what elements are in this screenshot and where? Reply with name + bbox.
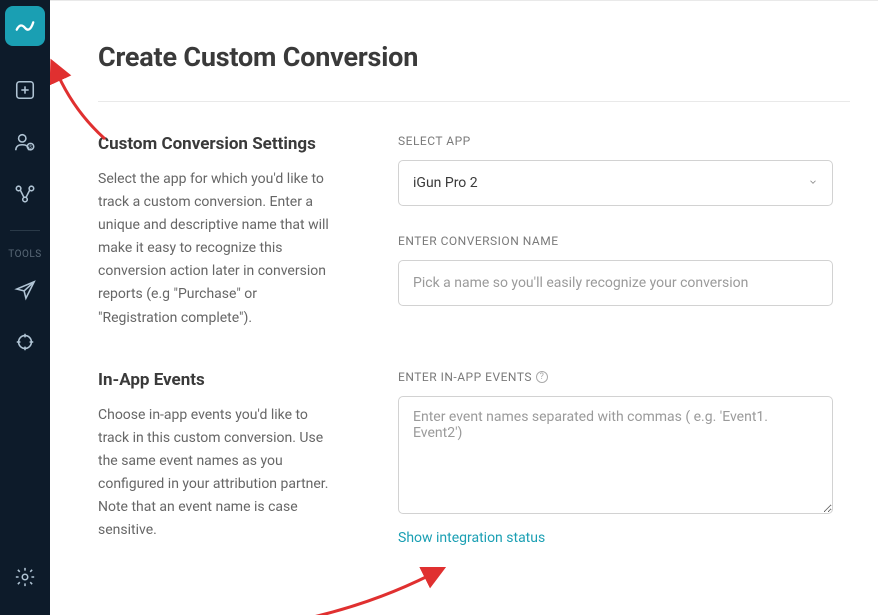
- target-icon[interactable]: [13, 330, 37, 354]
- section-desc-events: Choose in-app events you'd like to track…: [98, 404, 338, 543]
- section-title-settings: Custom Conversion Settings: [98, 134, 338, 154]
- section-title-events: In-App Events: [98, 370, 338, 390]
- add-icon[interactable]: [13, 78, 37, 102]
- logo[interactable]: [5, 6, 45, 46]
- settings-icon[interactable]: [13, 565, 37, 589]
- audiences-icon[interactable]: $: [13, 130, 37, 154]
- section-inapp-events: In-App Events Choose in-app events you'd…: [98, 370, 850, 546]
- tools-label: TOOLS: [8, 249, 41, 260]
- section-desc-settings: Select the app for which you'd like to t…: [98, 168, 338, 330]
- section-custom-conversion: Custom Conversion Settings Select the ap…: [98, 134, 850, 330]
- show-integration-status-link[interactable]: Show integration status: [398, 530, 545, 546]
- select-app-dropdown[interactable]: iGun Pro 2: [398, 160, 833, 206]
- conversion-name-input[interactable]: [398, 260, 833, 306]
- sidebar-separator: [10, 230, 40, 231]
- page-title: Create Custom Conversion: [98, 41, 850, 73]
- select-app-value: iGun Pro 2: [413, 175, 478, 191]
- divider: [98, 101, 850, 102]
- main-content: Create Custom Conversion Custom Conversi…: [50, 0, 878, 615]
- send-icon[interactable]: [13, 278, 37, 302]
- sidebar: $ TOOLS: [0, 0, 50, 615]
- chevron-down-icon: [808, 175, 818, 191]
- inapp-events-input[interactable]: [398, 396, 833, 514]
- flow-icon[interactable]: [13, 182, 37, 206]
- annotation-arrow-2: [290, 565, 450, 615]
- label-inapp-events: ENTER IN-APP EVENTS ?: [398, 370, 833, 384]
- help-icon[interactable]: ?: [536, 371, 548, 383]
- label-select-app: SELECT APP: [398, 134, 833, 148]
- label-conversion-name: ENTER CONVERSION NAME: [398, 234, 833, 248]
